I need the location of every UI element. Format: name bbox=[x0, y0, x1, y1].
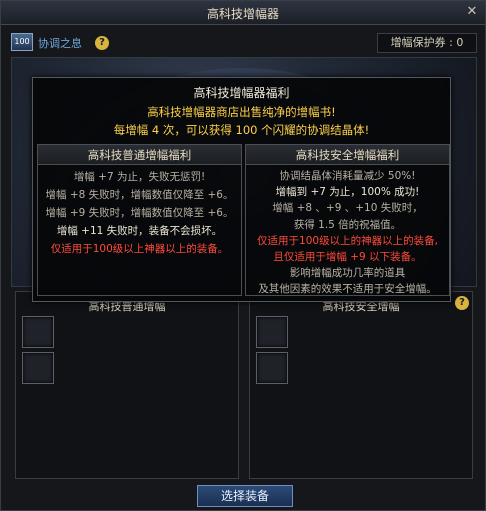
benefit-line: 协调结晶体消耗量减少 50%! bbox=[279, 170, 416, 182]
safe-benefits-list: 协调结晶体消耗量减少 50%! 增幅到 +7 为止，100% 成功! 增幅 +8… bbox=[246, 165, 449, 298]
benefit-line: 获得 1.5 倍的祝福值。 bbox=[293, 218, 402, 231]
tooltip-line-crystal: 每增幅 4 次，可以获得 100 个闪耀的协调结晶体! bbox=[113, 123, 370, 137]
level-badge-icon: 100 bbox=[11, 33, 33, 51]
benefit-restriction-line: 仅适用于100级以上神器以上的装备。 bbox=[50, 243, 229, 255]
harmony-breath-label[interactable]: 协调之息 bbox=[38, 35, 82, 51]
safe-help-icon[interactable]: ? bbox=[455, 296, 469, 310]
benefit-line: 及其他因素的效果不适用于安全增幅。 bbox=[258, 283, 437, 296]
safe-benefits-box: 高科技安全增幅福利 协调结晶体消耗量减少 50%! 增幅到 +7 为止，100%… bbox=[245, 144, 450, 296]
safe-benefits-header: 高科技安全增幅福利 bbox=[246, 145, 449, 165]
select-equipment-button[interactable]: 选择装备 bbox=[197, 485, 293, 507]
protection-ticket-count: 增幅保护券 : 0 bbox=[377, 33, 477, 53]
enhancer-window: 高科技增幅器 ✕ 100 协调之息 ? 增幅保护券 : 0 高科技普通增幅 高科… bbox=[0, 0, 486, 511]
window-title: 高科技增幅器 bbox=[206, 7, 279, 21]
normal-benefits-header: 高科技普通增幅福利 bbox=[38, 145, 241, 165]
close-icon[interactable]: ✕ bbox=[465, 5, 479, 19]
benefit-restriction-line: 仅适用于100级以上的神器以上的装备, bbox=[257, 234, 438, 247]
benefit-line: 增幅 +7 为止，失败无惩罚! bbox=[73, 171, 206, 183]
benefit-line: 增幅 +9 失败时，增幅数值仅降至 +6。 bbox=[45, 207, 234, 219]
safe-enhance-panel: 高科技安全增幅 ? bbox=[249, 291, 473, 479]
benefits-tooltip: 高科技增幅器福利 高科技增幅器商店出售纯净的增幅书! 每增幅 4 次，可以获得 … bbox=[32, 77, 451, 302]
title-bar[interactable]: 高科技增幅器 ✕ bbox=[1, 1, 485, 25]
benefit-line: 增幅到 +7 为止，100% 成功! bbox=[275, 186, 420, 199]
tooltip-title: 高科技增幅器福利 bbox=[193, 86, 290, 100]
tooltip-line-shop: 高科技增幅器商店出售纯净的增幅书! bbox=[147, 105, 336, 119]
benefit-restriction-line: 且仅适用于增幅 +9 以下装备。 bbox=[273, 251, 422, 264]
benefit-line: 增幅 +11 失败时，装备不会损坏。 bbox=[56, 225, 223, 237]
equipment-slot-4[interactable] bbox=[256, 352, 288, 384]
equipment-slot-2[interactable] bbox=[22, 352, 54, 384]
help-icon[interactable]: ? bbox=[95, 36, 109, 50]
enhance-panels: 高科技普通增幅 高科技安全增幅 ? bbox=[15, 291, 473, 479]
equipment-slot-1[interactable] bbox=[22, 316, 54, 348]
top-bar: 100 协调之息 ? 增幅保护券 : 0 bbox=[11, 32, 477, 54]
benefit-line: 影响增幅成功几率的道具 bbox=[289, 267, 406, 280]
benefit-line: 增幅 +8 、+9 、+10 失败时， bbox=[272, 202, 423, 215]
benefit-line: 增幅 +8 失败时，增幅数值仅降至 +6。 bbox=[45, 189, 234, 201]
normal-benefits-box: 高科技普通增幅福利 增幅 +7 为止，失败无惩罚! 增幅 +8 失败时，增幅数值… bbox=[37, 144, 242, 296]
normal-enhance-panel: 高科技普通增幅 bbox=[15, 291, 239, 479]
normal-benefits-list: 增幅 +7 为止，失败无惩罚! 增幅 +8 失败时，增幅数值仅降至 +6。 增幅… bbox=[38, 165, 241, 258]
equipment-slot-3[interactable] bbox=[256, 316, 288, 348]
